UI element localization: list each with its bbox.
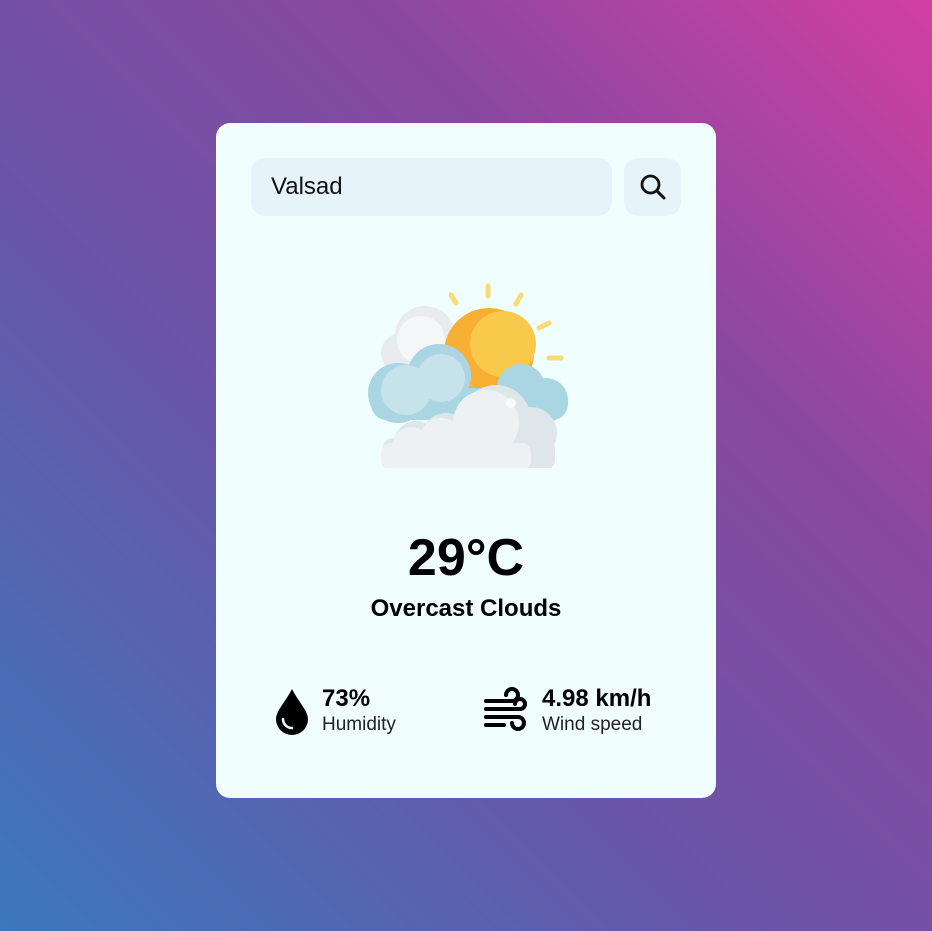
- search-bar: [251, 158, 681, 216]
- wind-stat: 4.98 km/h Wind speed: [482, 685, 682, 741]
- wind-value: 4.98 km/h: [542, 685, 652, 712]
- search-icon: [640, 174, 665, 200]
- temperature: 29°C: [407, 529, 525, 587]
- city-search-input[interactable]: [251, 158, 612, 216]
- weather-card: 29°C Overcast Clouds 73% Humidity 4.98 k…: [216, 123, 716, 798]
- humidity-stat: 73% Humidity: [274, 685, 434, 741]
- weather-condition: Overcast Clouds: [370, 595, 562, 622]
- wind-label: Wind speed: [542, 714, 643, 735]
- page-background: { "search": { "value": "Valsad", "button…: [0, 0, 932, 931]
- wind-icon: [484, 687, 527, 731]
- water-drop-icon: [276, 689, 308, 735]
- humidity-label: Humidity: [322, 714, 396, 735]
- humidity-value: 73%: [322, 685, 371, 712]
- search-button[interactable]: [624, 158, 681, 216]
- partly-cloudy-sun-icon: [368, 283, 568, 468]
